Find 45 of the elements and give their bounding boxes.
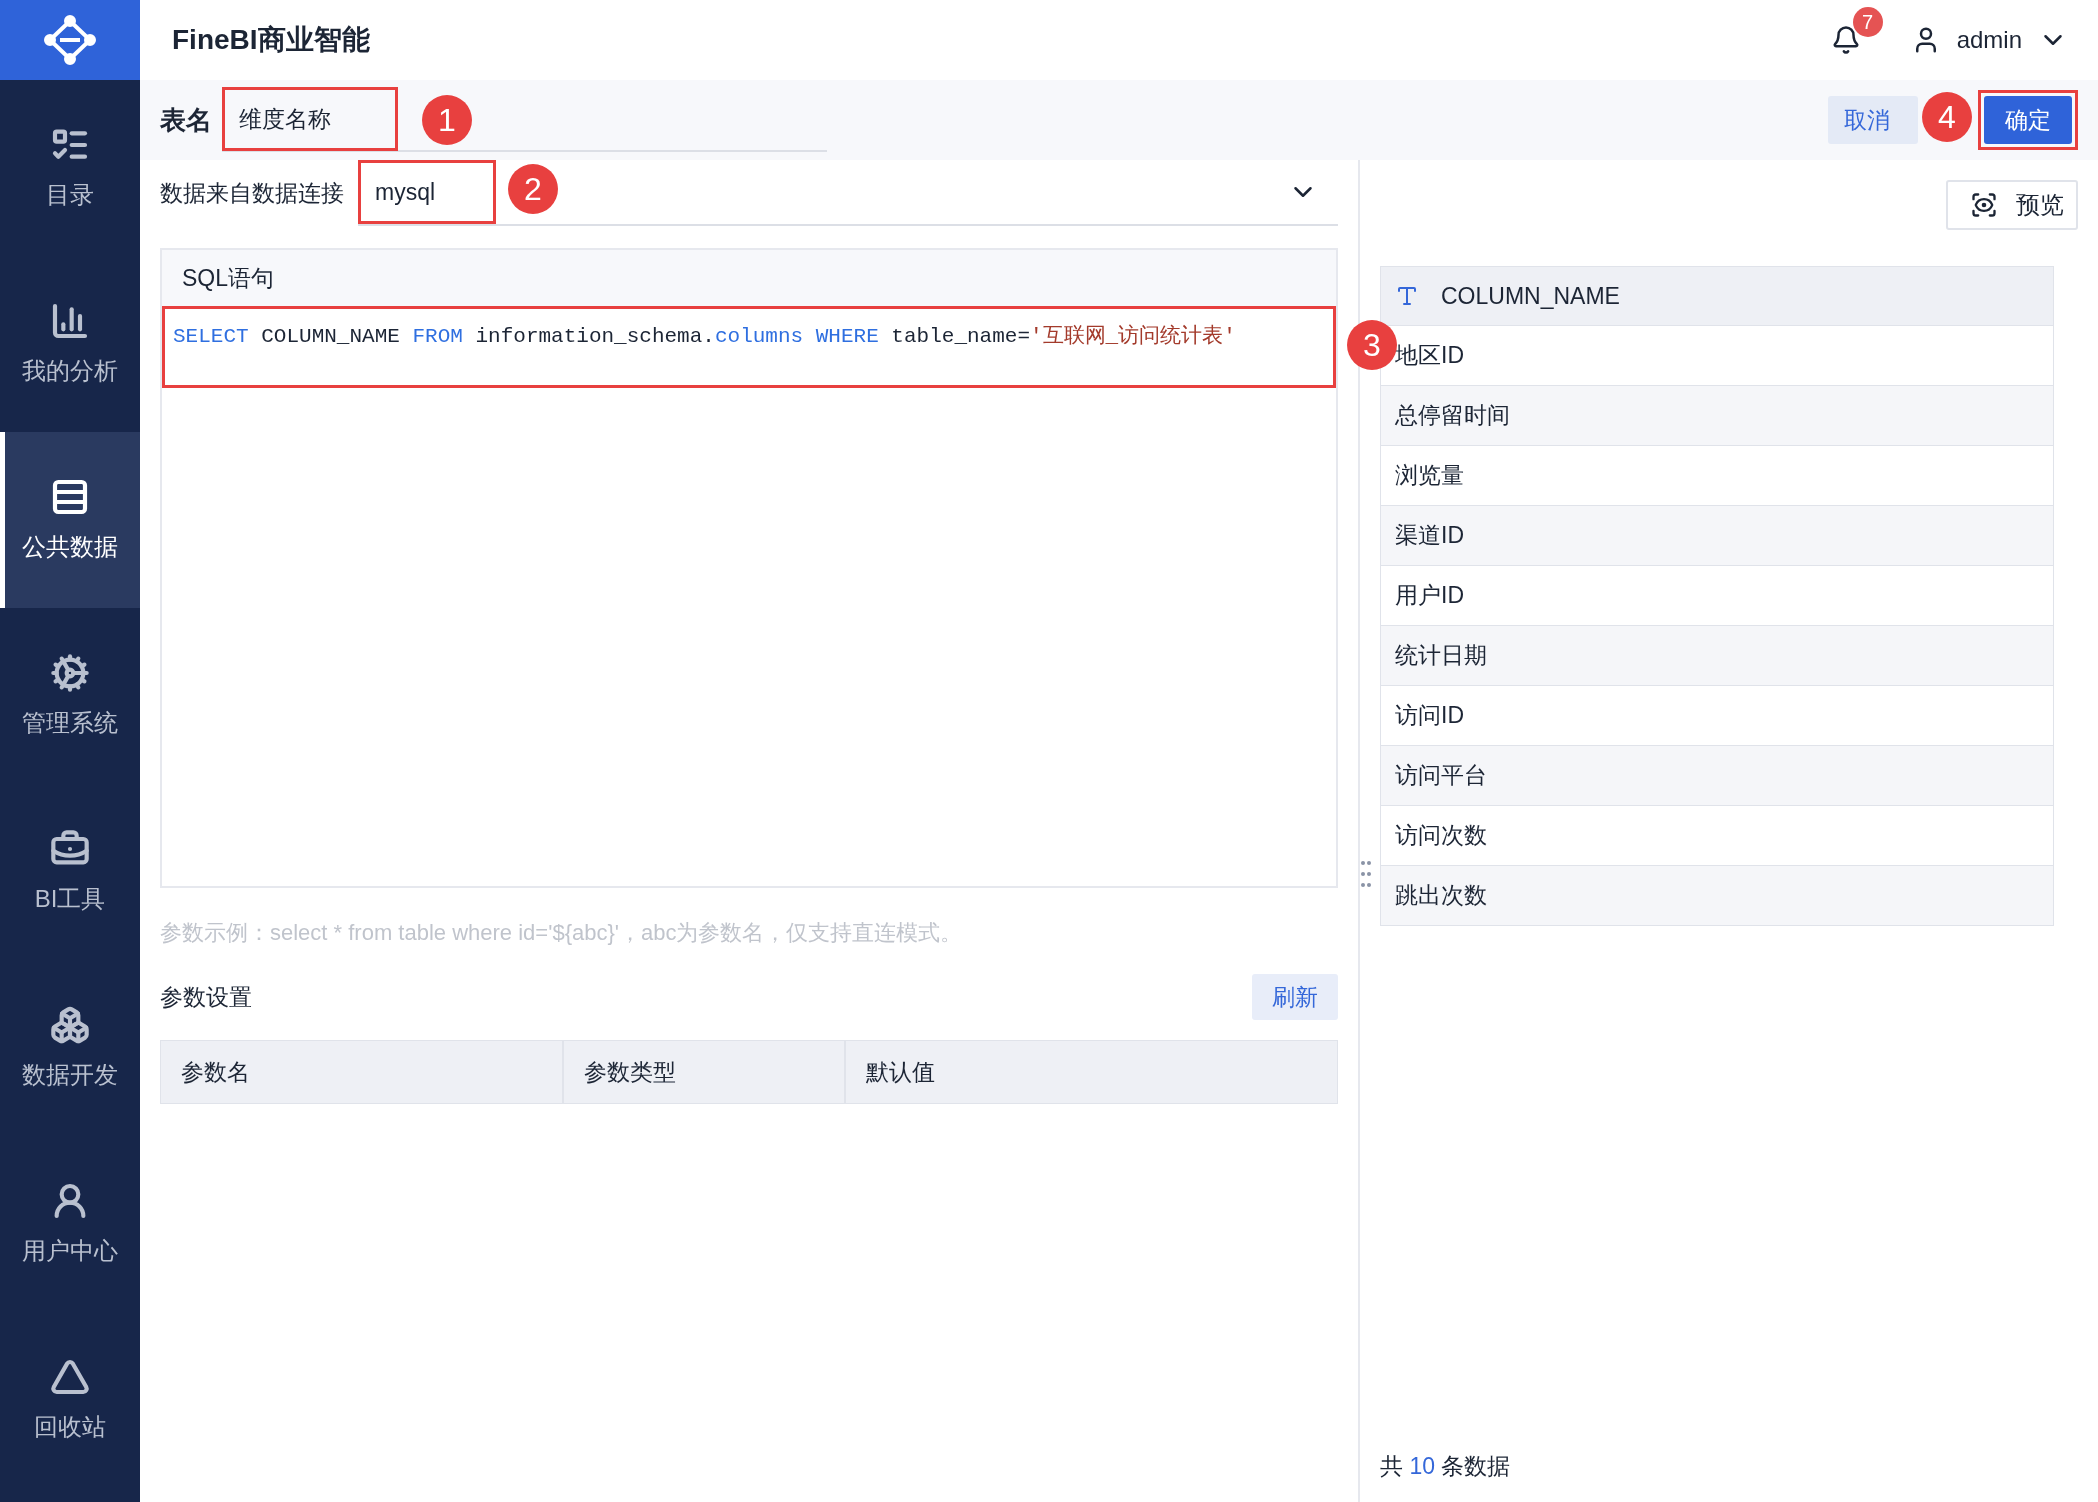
sidebar-item[interactable]: 数据开发 xyxy=(0,960,140,1136)
confirm-button[interactable]: 确定 xyxy=(1984,96,2072,144)
sidebar-item[interactable]: 管理系统 xyxy=(0,608,140,784)
connection-select[interactable]: mysql xyxy=(358,160,496,224)
drag-handle-icon[interactable] xyxy=(1360,860,1372,888)
sql-title: SQL语句 xyxy=(162,250,1336,306)
sidebar-item[interactable]: 目录 xyxy=(0,80,140,256)
table-cell: 渠道ID xyxy=(1381,505,2053,565)
callout-marker: 2 xyxy=(508,164,558,214)
sidebar-item[interactable]: 用户中心 xyxy=(0,1136,140,1312)
callout-marker: 1 xyxy=(422,95,472,145)
table-cell: 统计日期 xyxy=(1381,625,2053,685)
bar-chart-icon xyxy=(50,301,90,341)
table-name-input[interactable]: 维度名称 xyxy=(222,87,398,151)
column-header: COLUMN_NAME xyxy=(1441,282,1620,310)
eye-scan-icon xyxy=(1970,191,1998,219)
user-menu[interactable]: admin xyxy=(1910,25,2068,55)
notification-count: 7 xyxy=(1852,7,1883,37)
refresh-button[interactable]: 刷新 xyxy=(1252,974,1338,1020)
connection-label: 数据来自数据连接 xyxy=(160,178,344,208)
param-hint: 参数示例：select * from table where id='${abc}'，abc为参数名，仅支持直连模式。 xyxy=(160,919,964,947)
app-title: FineBI商业智能 xyxy=(172,23,371,57)
column-header: 默认值 xyxy=(845,1040,1338,1104)
text-type-icon xyxy=(1395,284,1419,308)
cancel-button[interactable]: 取消 xyxy=(1828,96,1918,144)
row-count-text: 共 10 条数据 xyxy=(1380,1452,1512,1481)
table-cell: 跳出次数 xyxy=(1381,865,2053,925)
table-cell: 访问平台 xyxy=(1381,745,2053,805)
sidebar-item[interactable]: BI工具 xyxy=(0,784,140,960)
logo[interactable] xyxy=(0,0,140,80)
preview-button[interactable]: 预览 xyxy=(1946,180,2078,230)
gear-icon xyxy=(50,653,90,693)
column-header: 参数名 xyxy=(160,1040,563,1104)
callout-marker: 4 xyxy=(1922,92,1972,142)
cubes-icon xyxy=(50,1005,90,1045)
sidebar-item[interactable]: 回收站 xyxy=(0,1312,140,1488)
table-cell: 总停留时间 xyxy=(1381,385,2053,445)
table-name-label: 表名 xyxy=(160,103,212,137)
triangle-icon xyxy=(50,1357,90,1397)
param-settings-title: 参数设置 xyxy=(160,982,252,1012)
sidebar-item[interactable]: 我的分析 xyxy=(0,256,140,432)
column-header: 参数类型 xyxy=(563,1040,845,1104)
rows-icon xyxy=(50,477,90,517)
logo-icon xyxy=(42,15,98,65)
sidebar-item[interactable]: 公共数据 xyxy=(0,432,140,608)
